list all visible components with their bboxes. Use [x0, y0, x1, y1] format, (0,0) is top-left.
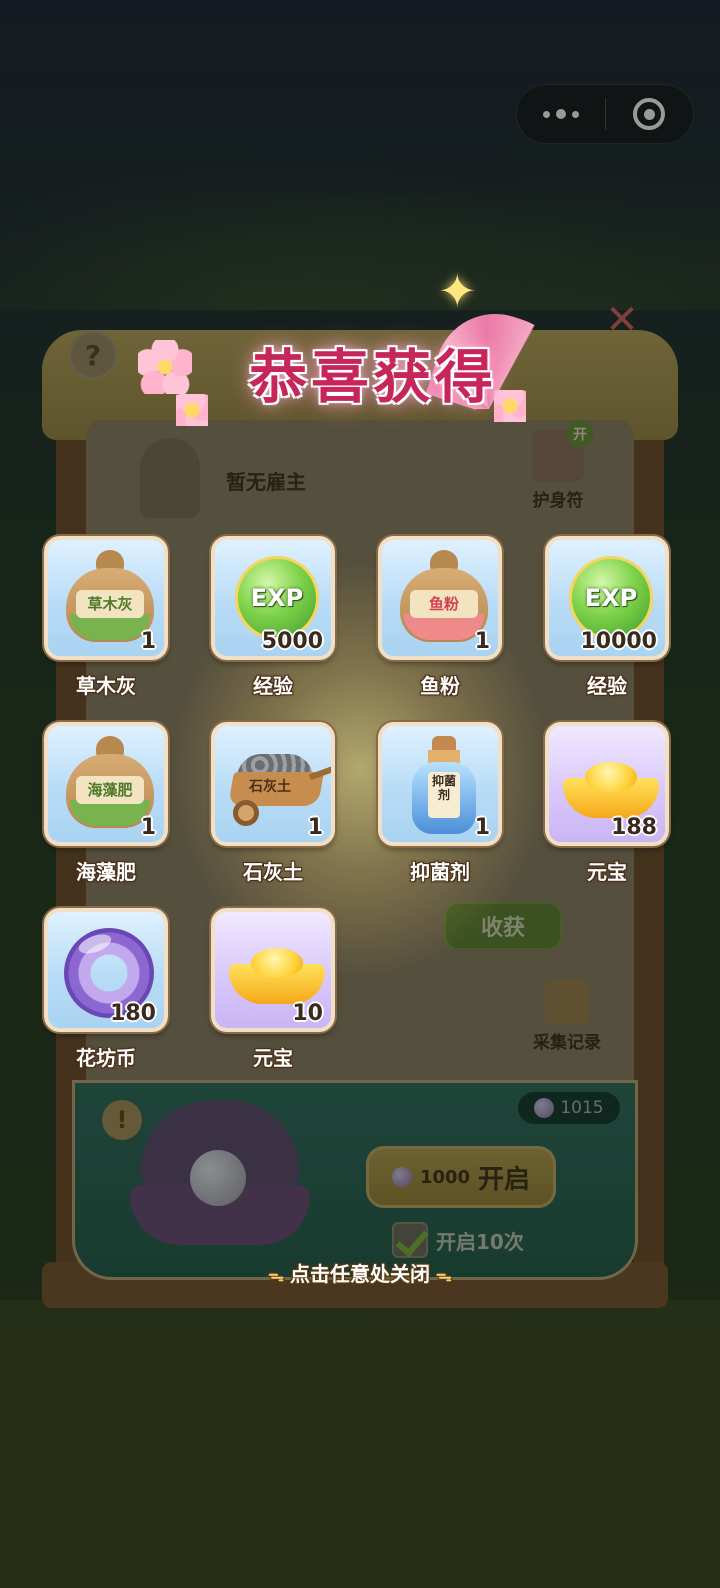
reward-item: 鱼粉 1 鱼粉	[378, 536, 502, 699]
ornament-left-icon: ᯓ	[268, 1266, 284, 1285]
reward-card: EXP 10000	[545, 536, 669, 660]
reward-quantity: 1	[140, 815, 156, 840]
reward-item: EXP 5000 经验	[211, 536, 335, 699]
reward-name: 海藻肥	[76, 860, 136, 884]
reward-name: 花坊币	[76, 1046, 136, 1070]
sparkle-icon: ✦	[438, 264, 477, 318]
reward-name: 草木灰	[76, 674, 136, 698]
reward-item: 10 元宝	[211, 908, 335, 1071]
reward-item: 海藻肥 1 海藻肥	[44, 722, 168, 885]
reward-name: 鱼粉	[420, 674, 460, 698]
reward-item: 188 元宝	[545, 722, 669, 885]
reward-item: 石灰土 1 石灰土	[211, 722, 335, 885]
reward-quantity: 10	[292, 1001, 323, 1026]
reward-name: 抑菌剂	[410, 860, 470, 884]
reward-quantity: 180	[110, 1001, 156, 1026]
reward-item: 180 花坊币	[44, 908, 168, 1071]
reward-name: 元宝	[587, 860, 627, 884]
reward-card: EXP 5000	[211, 536, 335, 660]
close-hint-text: 点击任意处关闭	[290, 1262, 430, 1286]
reward-name: 石灰土	[243, 860, 303, 884]
reward-card: 188	[545, 722, 669, 846]
reward-card: 10	[211, 908, 335, 1032]
reward-name: 经验	[587, 674, 627, 698]
blossom-icon	[138, 340, 192, 394]
reward-title: 恭喜获得	[248, 343, 497, 411]
reward-quantity: 1	[474, 815, 490, 840]
gold-ingot-icon	[229, 942, 325, 1006]
reward-quantity: 1	[474, 629, 490, 654]
antibacterial-bottle-icon: 抑菌剂	[412, 736, 476, 836]
reward-name: 经验	[253, 674, 293, 698]
reward-quantity: 1	[307, 815, 323, 840]
reward-card: 草木灰 1	[44, 536, 168, 660]
reward-item: EXP 10000 经验	[545, 536, 669, 699]
reward-card: 石灰土 1	[211, 722, 335, 846]
exp-orb-icon: EXP	[235, 556, 319, 640]
reward-quantity: 188	[611, 815, 657, 840]
gold-ingot-icon	[563, 756, 659, 820]
reward-quantity: 10000	[580, 629, 657, 654]
close-hint[interactable]: ᯓ 点击任意处关闭 ᯓ	[0, 1258, 720, 1287]
ornament-right-icon: ᯓ	[436, 1266, 452, 1285]
reward-card: 鱼粉 1	[378, 536, 502, 660]
blossom-icon	[176, 394, 208, 426]
reward-item: 草木灰 1 草木灰	[44, 536, 168, 699]
reward-card: 抑菌剂 1	[378, 722, 502, 846]
reward-title-banner: 恭喜获得	[132, 298, 602, 434]
reward-card: 180	[44, 908, 168, 1032]
exp-orb-icon: EXP	[569, 556, 653, 640]
reward-card: 海藻肥 1	[44, 722, 168, 846]
reward-quantity: 1	[140, 629, 156, 654]
reward-name: 元宝	[253, 1046, 293, 1070]
reward-item: 抑菌剂 1 抑菌剂	[378, 722, 502, 885]
reward-quantity: 5000	[261, 629, 323, 654]
